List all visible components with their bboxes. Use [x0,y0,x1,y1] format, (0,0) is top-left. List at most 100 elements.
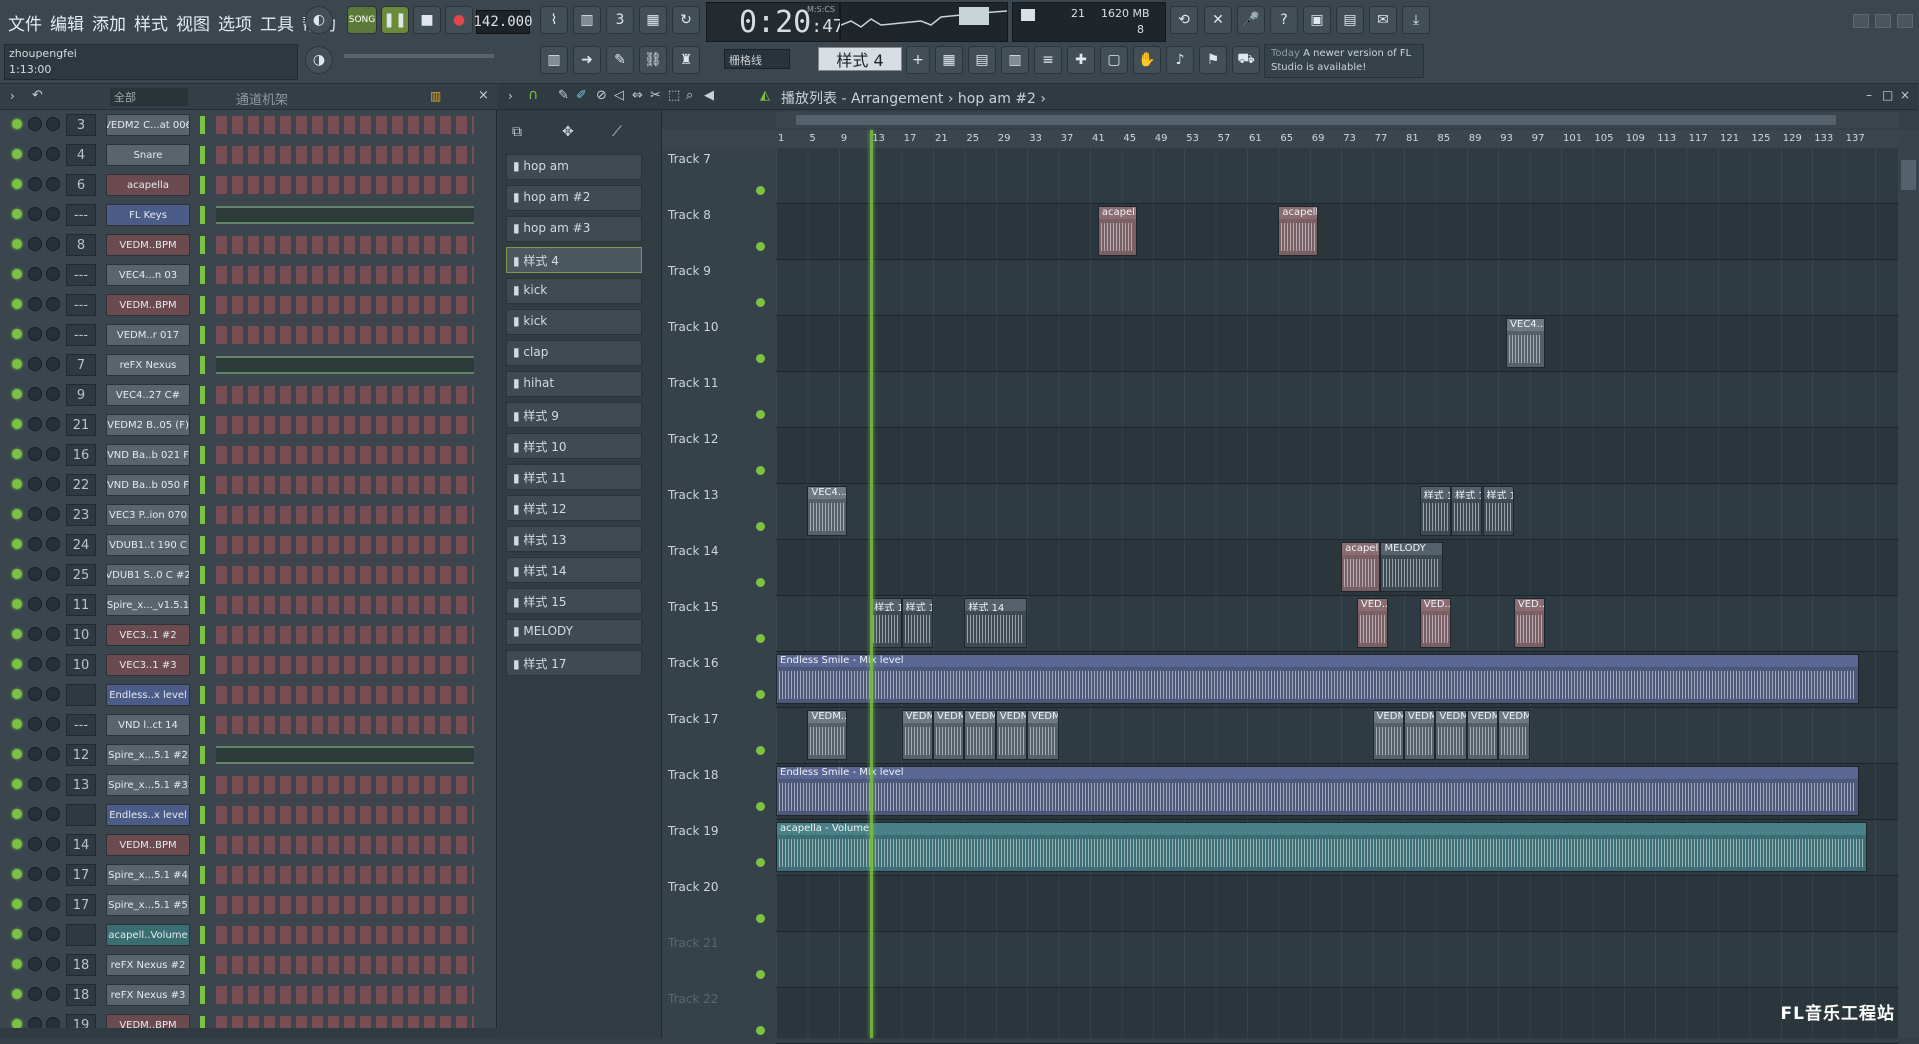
channel-pan-knob[interactable] [28,777,42,791]
track-mute-led[interactable] [756,746,765,755]
channel-select-indicator[interactable] [200,746,205,764]
time-display[interactable]: M:S:CS 0:20:47 [706,2,840,42]
channel-volume-knob[interactable] [46,807,60,821]
channel-mute-led[interactable] [12,929,22,939]
arrow-icon[interactable]: ➜ [573,46,601,74]
channel-pan-knob[interactable] [28,237,42,251]
link-icon[interactable]: ⛓ [639,46,667,74]
channel-mute-led[interactable] [12,869,22,879]
playlist-clip[interactable]: VEDM..017 [1498,710,1529,760]
channel-mute-led[interactable] [12,329,22,339]
track-label[interactable]: Track 12 [668,432,718,446]
channel-mixer-track[interactable]: --- [66,264,96,286]
channel-select-indicator[interactable] [200,956,205,974]
playhead[interactable] [870,130,873,1038]
plugin-picker-icon[interactable]: ✚ [1067,46,1095,74]
channel-mute-led[interactable] [12,899,22,909]
channel-row[interactable]: 10VEC3..1 #2 [0,620,497,650]
master-slider[interactable] [344,54,494,58]
step-sequencer[interactable] [216,266,474,284]
slip-icon[interactable]: ⇔ [632,88,643,103]
step-sequencer[interactable] [216,236,474,254]
pattern-item[interactable]: ▮ hop am #2 [506,185,642,211]
pattern-item[interactable]: ▮ kick [506,309,642,335]
pattern-item[interactable]: ▮ clap [506,340,642,366]
channel-mixer-track[interactable]: 8 [66,234,96,256]
mixer-window-icon[interactable]: ▥ [1001,46,1029,74]
channel-mixer-track[interactable]: --- [66,204,96,226]
track-mute-led[interactable] [756,970,765,979]
playlist-clip[interactable]: Endless Smile - Mix level [776,654,1859,704]
magnet-icon[interactable]: ∩ [528,87,538,103]
playlist-clip[interactable]: VEDM..017 [807,710,846,760]
step-sequencer[interactable] [216,176,474,194]
track-mute-led[interactable] [756,914,765,923]
channel-mute-led[interactable] [12,629,22,639]
step-sequencer[interactable] [216,956,474,974]
picker-link-icon[interactable]: ⟋ [612,124,622,140]
wind-icon[interactable]: ⚑ [1199,46,1227,74]
channel-name-button[interactable]: Spire_x..._v1.5.1 [106,594,190,616]
channel-name-button[interactable]: VEC3 P..ion 070 [106,504,190,526]
track-label[interactable]: Track 14 [668,544,718,558]
channel-mixer-track[interactable]: 13 [66,774,96,796]
track-mute-led[interactable] [756,858,765,867]
channel-select-indicator[interactable] [200,536,205,554]
playlist-clip[interactable]: 样式 11 [902,598,933,648]
track-mute-led[interactable] [756,410,765,419]
channel-row[interactable]: 21VEDM2 B..05 (F) [0,410,497,440]
playlist-clip[interactable]: VED..BPM [1420,598,1451,648]
channel-mixer-track[interactable]: 3 [66,114,96,136]
track-label[interactable]: Track 13 [668,488,718,502]
master-volume-knob[interactable]: ◐ [305,6,333,34]
channel-select-indicator[interactable] [200,356,205,374]
mute-icon[interactable]: ◁ [614,88,624,103]
channel-pan-knob[interactable] [28,567,42,581]
track-mute-led[interactable] [756,690,765,699]
channel-volume-knob[interactable] [46,777,60,791]
channel-select-indicator[interactable] [200,836,205,854]
channel-select-indicator[interactable] [200,896,205,914]
channel-name-button[interactable]: VEDM..r 017 [106,324,190,346]
channel-name-button[interactable]: VEC3..1 #2 [106,624,190,646]
channel-volume-knob[interactable] [46,627,60,641]
piano-roll-preview[interactable] [216,206,474,224]
channel-mixer-track[interactable]: --- [66,714,96,736]
record-button[interactable]: ● [445,6,473,34]
channel-row[interactable]: 16VND Ba..b 021 F [0,440,497,470]
channel-mixer-track[interactable]: 12 [66,744,96,766]
channel-row[interactable]: 9VEC4..27 C# [0,380,497,410]
project-icon[interactable]: ▢ [1100,46,1128,74]
pattern-item[interactable]: ▮ 样式 13 [506,526,642,552]
channel-volume-knob[interactable] [46,507,60,521]
channel-mixer-track[interactable]: 23 [66,504,96,526]
channel-row[interactable]: ---VEDM..BPM [0,290,497,320]
channel-name-button[interactable]: Snare [106,144,190,166]
channel-mute-led[interactable] [12,479,22,489]
channel-select-indicator[interactable] [200,236,205,254]
playlist-clip[interactable]: VEDM..017 [933,710,964,760]
minimize-button[interactable]: – [1866,88,1872,102]
channel-row[interactable]: 12Spire_x...5.1 #2 [0,740,497,770]
arrow-icon[interactable]: › [508,89,513,103]
channel-select-indicator[interactable] [200,806,205,824]
channel-pan-knob[interactable] [28,657,42,671]
channel-pan-knob[interactable] [28,687,42,701]
piano-roll-window-icon[interactable]: ▦ [935,46,963,74]
pattern-item[interactable]: ▮ 样式 4 [506,247,642,273]
channel-volume-knob[interactable] [46,327,60,341]
step-sequencer[interactable] [216,326,474,344]
close-icon[interactable]: × [478,88,489,103]
channel-mixer-track[interactable]: 16 [66,444,96,466]
add-pattern-button[interactable]: + [906,46,930,74]
channel-row[interactable]: 17Spire_x...5.1 #5 [0,890,497,920]
stamp-icon[interactable]: ♜ [672,46,700,74]
channel-name-button[interactable]: Spire_x...5.1 #4 [106,864,190,886]
channel-mute-led[interactable] [12,149,22,159]
pattern-item[interactable]: ▮ 样式 10 [506,433,642,459]
menu-item[interactable]: 工具 [256,6,298,39]
channel-name-button[interactable]: Spire_x...5.1 #3 [106,774,190,796]
channel-volume-knob[interactable] [46,747,60,761]
channel-select-indicator[interactable] [200,116,205,134]
chat-icon[interactable]: ✉ [1369,6,1397,34]
